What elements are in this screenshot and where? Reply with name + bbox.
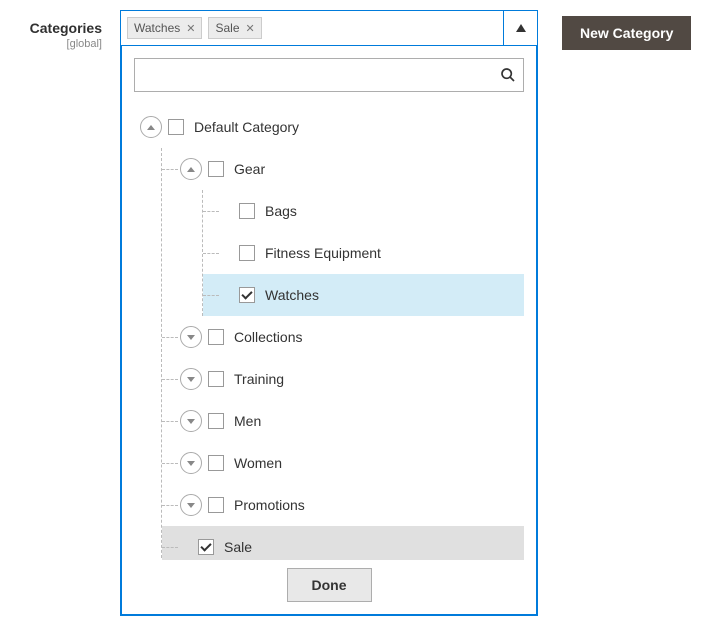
expand-toggle[interactable]: [180, 326, 202, 348]
done-button[interactable]: Done: [287, 568, 372, 602]
expand-toggle[interactable]: [140, 116, 162, 138]
tree-label: Default Category: [194, 106, 524, 148]
tree-row-collections[interactable]: Collections: [162, 316, 524, 358]
tree-label: Training: [234, 358, 524, 400]
chevron-up-icon: [187, 167, 195, 172]
tree-label: Promotions: [234, 484, 524, 526]
tree-row-training[interactable]: Training: [162, 358, 524, 400]
checkbox[interactable]: [168, 119, 184, 135]
checkbox[interactable]: [239, 287, 255, 303]
chip-watches[interactable]: Watches ✕: [127, 17, 202, 39]
tree-connector: [162, 547, 178, 548]
checkbox[interactable]: [208, 329, 224, 345]
expand-toggle[interactable]: [180, 452, 202, 474]
search-input[interactable]: [134, 58, 524, 92]
tree-label: Bags: [265, 190, 524, 232]
chip-remove-icon[interactable]: ✕: [246, 22, 255, 35]
field-label: Categories: [10, 20, 102, 36]
tree-row-bags[interactable]: Bags: [203, 190, 524, 232]
tree-row-fitness[interactable]: Fitness Equipment: [203, 232, 524, 274]
tree-label: Women: [234, 442, 524, 484]
expand-toggle[interactable]: [180, 158, 202, 180]
tree-connector: [162, 421, 178, 422]
tree-label: Collections: [234, 316, 524, 358]
new-category-button[interactable]: New Category: [562, 16, 691, 50]
tree-label: Sale: [224, 526, 524, 560]
search-icon: [500, 67, 516, 83]
chip-label: Sale: [215, 21, 239, 35]
tree-connector: [203, 211, 219, 212]
tree-label: Fitness Equipment: [265, 232, 524, 274]
tree-row-default-category[interactable]: Default Category: [140, 106, 524, 148]
expand-toggle[interactable]: [180, 494, 202, 516]
category-chip-bar[interactable]: Watches ✕ Sale ✕: [120, 10, 538, 46]
checkbox[interactable]: [208, 161, 224, 177]
tree-row-men[interactable]: Men: [162, 400, 524, 442]
category-dropdown: Default Category Gear: [120, 46, 538, 616]
tree-connector: [162, 379, 178, 380]
tree-label: Gear: [234, 148, 524, 190]
triangle-up-icon: [516, 24, 526, 32]
checkbox[interactable]: [208, 371, 224, 387]
chevron-down-icon: [187, 377, 195, 382]
checkbox[interactable]: [239, 203, 255, 219]
checkbox[interactable]: [239, 245, 255, 261]
chevron-down-icon: [187, 419, 195, 424]
chip-remove-icon[interactable]: ✕: [186, 22, 195, 35]
chevron-down-icon: [187, 335, 195, 340]
expand-toggle[interactable]: [180, 368, 202, 390]
tree-label: Men: [234, 400, 524, 442]
tree-row-watches[interactable]: Watches: [203, 274, 524, 316]
tree-connector: [162, 337, 178, 338]
checkbox[interactable]: [208, 413, 224, 429]
tree-connector: [162, 463, 178, 464]
checkbox[interactable]: [198, 539, 214, 555]
chevron-up-icon: [147, 125, 155, 130]
tree-scroll[interactable]: Default Category Gear: [134, 100, 524, 560]
expand-toggle[interactable]: [180, 410, 202, 432]
tree-connector: [162, 169, 178, 170]
field-scope: [global]: [10, 38, 102, 50]
tree-row-promotions[interactable]: Promotions: [162, 484, 524, 526]
chevron-down-icon: [187, 503, 195, 508]
tree-connector: [203, 295, 219, 296]
tree-connector: [203, 253, 219, 254]
dropdown-toggle[interactable]: [503, 11, 537, 45]
checkbox[interactable]: [208, 497, 224, 513]
tree-label: Watches: [265, 274, 524, 316]
tree-row-women[interactable]: Women: [162, 442, 524, 484]
tree-row-sale[interactable]: Sale: [162, 526, 524, 560]
chevron-down-icon: [187, 461, 195, 466]
tree-row-gear[interactable]: Gear: [162, 148, 524, 190]
chip-sale[interactable]: Sale ✕: [208, 17, 261, 39]
chip-label: Watches: [134, 21, 180, 35]
checkbox[interactable]: [208, 455, 224, 471]
tree-connector: [162, 505, 178, 506]
